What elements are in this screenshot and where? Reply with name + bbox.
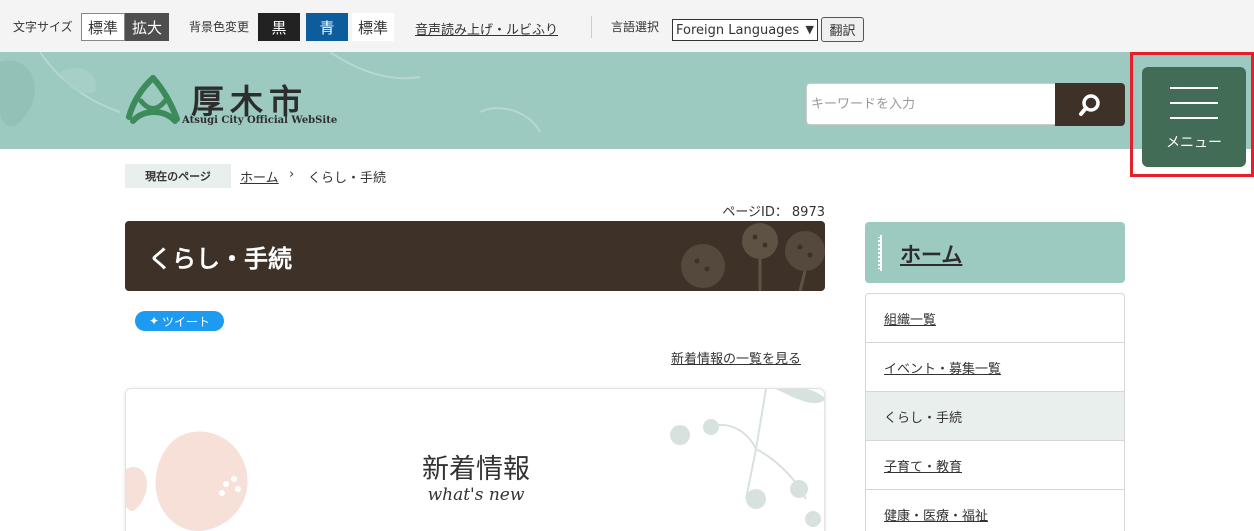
- font-standard-button[interactable]: 標準: [81, 13, 125, 41]
- sidebar-item-childcare[interactable]: 子育て・教育: [866, 441, 1124, 490]
- language-select[interactable]: Foreign Languages ▼: [672, 19, 818, 41]
- sidebar-heading-accent: [878, 235, 882, 271]
- language-select-value: Foreign Languages: [676, 22, 800, 38]
- page-title-bar: くらし・手続: [125, 221, 825, 291]
- sidebar-nav: 組織一覧 イベント・募集一覧 くらし・手続 子育て・教育 健康・医療・福祉: [865, 293, 1125, 531]
- page-id: ページID： 8973: [700, 201, 825, 220]
- berry-branch-decoration-icon: [670, 389, 824, 527]
- font-size-label: 文字サイズ: [13, 20, 73, 34]
- chevron-down-icon: ▼: [805, 23, 814, 36]
- news-card: 新着情報 what's new: [125, 388, 825, 531]
- chevron-right-icon: ›: [289, 167, 295, 182]
- font-large-button[interactable]: 拡大: [125, 13, 169, 41]
- sidebar-item-health[interactable]: 健康・医療・福祉: [866, 490, 1124, 531]
- bg-black-button[interactable]: 黒: [258, 13, 300, 41]
- page-title: くらし・手続: [148, 245, 292, 273]
- twitter-bird-icon: ✦: [148, 314, 160, 328]
- lotus-pod-decoration-icon: [681, 223, 825, 291]
- reading-ruby-link[interactable]: 音声読み上げ・ルビふり: [415, 19, 558, 38]
- bg-standard-button[interactable]: 標準: [352, 13, 394, 41]
- news-list-link[interactable]: 新着情報の一覧を見る: [671, 348, 801, 367]
- hamburger-icon: [1170, 87, 1218, 132]
- menu-button[interactable]: メニュー: [1142, 67, 1246, 167]
- sidebar-item-events[interactable]: イベント・募集一覧: [866, 343, 1124, 392]
- atsugi-logo-mark-icon: [126, 75, 180, 124]
- menu-label: メニュー: [1166, 135, 1222, 151]
- page-id-label: ページID：: [722, 205, 788, 220]
- sidebar-heading: ホーム: [865, 222, 1125, 283]
- site-logo[interactable]: 厚木市 Atsugi City Official WebSite: [125, 75, 350, 133]
- bg-blue-button[interactable]: 青: [306, 13, 348, 41]
- breadcrumb-current-page: くらし・手続: [308, 171, 387, 186]
- language-label: 言語選択: [611, 20, 660, 34]
- translate-button[interactable]: 翻訳: [821, 17, 864, 42]
- breadcrumb-home-link[interactable]: ホーム: [240, 167, 279, 186]
- sidebar-item-organization[interactable]: 組織一覧: [866, 294, 1124, 343]
- tweet-button[interactable]: ✦ ツイート: [135, 311, 224, 331]
- utility-divider: [591, 16, 592, 38]
- sidebar-item-living: くらし・手続: [866, 392, 1124, 441]
- search-box: [806, 83, 1055, 125]
- logo-subtext: Atsugi City Official WebSite: [182, 115, 338, 126]
- breadcrumb-current-label: 現在のページ: [125, 164, 231, 188]
- search-icon: [1079, 93, 1100, 116]
- search-button[interactable]: [1055, 83, 1125, 126]
- bg-color-label: 背景色変更: [189, 20, 250, 34]
- tweet-label: ツイート: [162, 314, 211, 329]
- sidebar-home-link[interactable]: ホーム: [900, 239, 962, 269]
- search-input[interactable]: [807, 84, 1055, 124]
- utility-bar: 文字サイズ 標準 拡大 背景色変更 黒 青 標準 音声読み上げ・ルビふり 言語選…: [0, 0, 1254, 52]
- page-id-value: 8973: [791, 205, 825, 220]
